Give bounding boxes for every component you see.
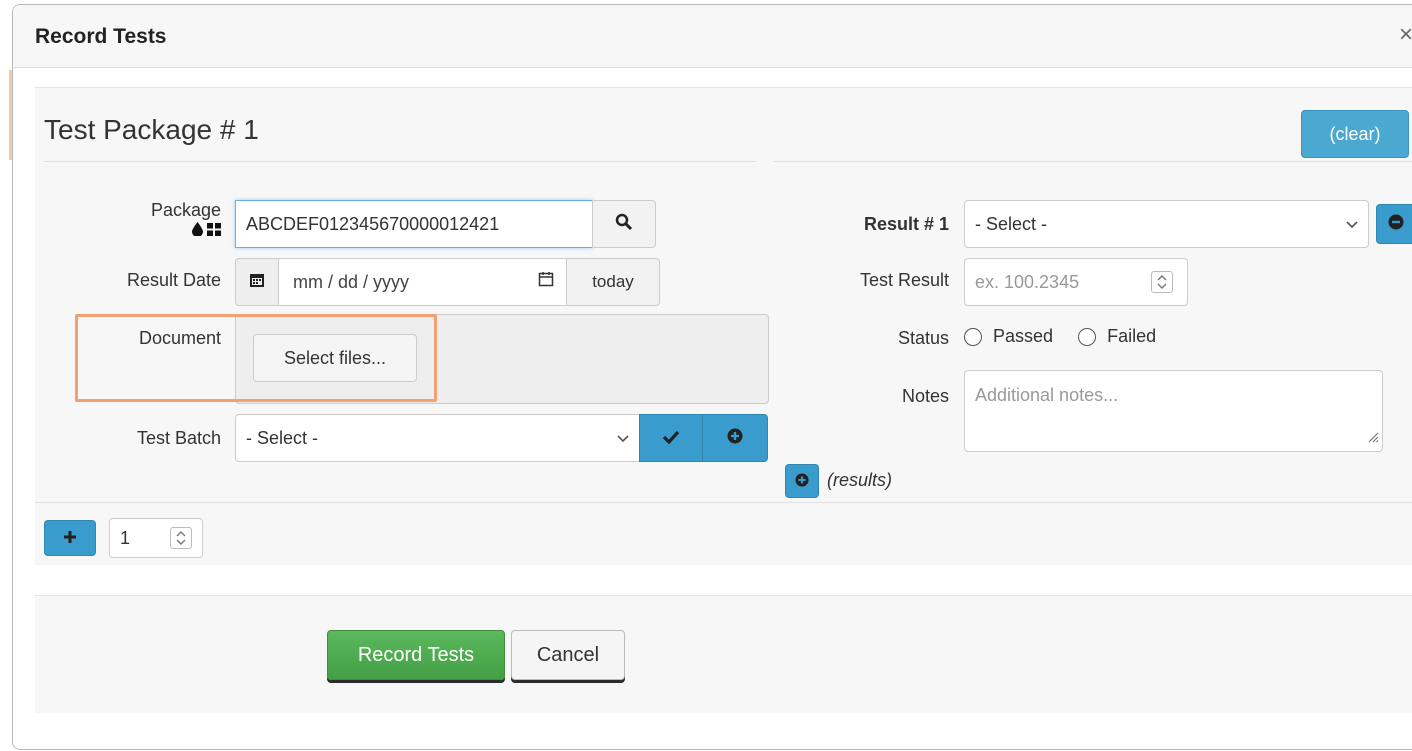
package-label-group: Package — [95, 200, 221, 242]
remove-result-button[interactable] — [1376, 204, 1412, 244]
add-batch-button[interactable] — [702, 414, 768, 462]
passed-radio[interactable] — [964, 328, 982, 347]
document-label: Document — [138, 328, 221, 348]
divider — [35, 502, 1412, 503]
close-icon[interactable]: × — [1399, 21, 1412, 49]
minus-circle-icon — [1388, 214, 1404, 235]
package-input[interactable]: ABCDEF012345670000012421 — [235, 200, 593, 248]
result-date-placeholder: mm / dd / yyyy — [293, 271, 410, 292]
plus-icon — [63, 528, 77, 549]
package-search-button[interactable] — [592, 200, 656, 248]
record-tests-button[interactable]: Record Tests — [327, 630, 505, 680]
chevron-down-icon — [1346, 216, 1358, 232]
search-icon — [615, 213, 633, 236]
calendar-addon — [235, 258, 279, 306]
notes-label: Notes — [901, 386, 949, 406]
package-label: Package — [150, 200, 221, 220]
grid-icon — [207, 223, 221, 239]
divider — [44, 161, 756, 162]
failed-radio-label[interactable]: Failed — [1107, 326, 1156, 346]
result-select-value: - Select - — [975, 213, 1048, 234]
resize-handle-icon[interactable] — [1367, 427, 1379, 448]
result-label: Result # 1 — [863, 214, 949, 234]
plus-circle-icon — [795, 471, 809, 492]
add-result-button[interactable] — [785, 464, 819, 498]
package-count-input[interactable]: 1 — [109, 518, 203, 558]
package-heading: Test Package # 1 — [44, 114, 259, 145]
add-package-button[interactable] — [44, 520, 96, 556]
modal-footer: Record Tests Cancel — [35, 595, 1412, 713]
test-batch-label: Test Batch — [136, 428, 221, 448]
test-result-input[interactable]: ex. 100.2345 — [964, 258, 1188, 306]
today-button[interactable]: today — [566, 258, 660, 306]
date-picker-icon[interactable] — [538, 271, 554, 292]
checkmark-icon — [662, 428, 680, 449]
plus-circle-icon — [727, 428, 743, 449]
status-label: Status — [897, 328, 949, 348]
notes-placeholder: Additional notes... — [975, 385, 1119, 405]
drop-icon — [192, 222, 207, 239]
divider — [773, 161, 1412, 162]
notes-textarea[interactable]: Additional notes... — [964, 370, 1383, 452]
calendar-icon — [249, 272, 265, 293]
result-date-label: Result Date — [126, 270, 221, 290]
failed-radio[interactable] — [1078, 328, 1097, 347]
record-tests-modal: Record Tests × Test Package # 1 (clear) … — [12, 4, 1412, 750]
result-date-input[interactable]: mm / dd / yyyy — [278, 258, 567, 306]
chevron-down-icon — [617, 430, 629, 446]
result-select[interactable]: - Select - — [964, 200, 1369, 248]
clear-button[interactable]: (clear) — [1301, 110, 1409, 158]
passed-radio-label[interactable]: Passed — [993, 326, 1053, 346]
status-radio-group: Passed Failed — [964, 326, 1156, 347]
modal-header: Record Tests × — [13, 5, 1412, 68]
test-package-panel: Test Package # 1 (clear) Package ABCDEF0… — [35, 87, 1412, 565]
select-files-button[interactable]: Select files... — [253, 334, 417, 382]
test-result-label: Test Result — [859, 270, 949, 290]
test-batch-select[interactable]: - Select - — [235, 414, 640, 462]
cancel-button[interactable]: Cancel — [511, 630, 625, 680]
test-result-placeholder: ex. 100.2345 — [975, 271, 1080, 292]
number-spinner-icon[interactable] — [170, 527, 192, 549]
number-spinner-icon[interactable] — [1151, 271, 1173, 293]
test-batch-value: - Select - — [246, 427, 319, 448]
add-results-label: (results) — [827, 470, 893, 490]
modal-title: Record Tests — [35, 25, 167, 48]
package-type-icons — [95, 222, 221, 242]
package-count-value: 1 — [120, 527, 131, 548]
confirm-batch-button[interactable] — [639, 414, 703, 462]
